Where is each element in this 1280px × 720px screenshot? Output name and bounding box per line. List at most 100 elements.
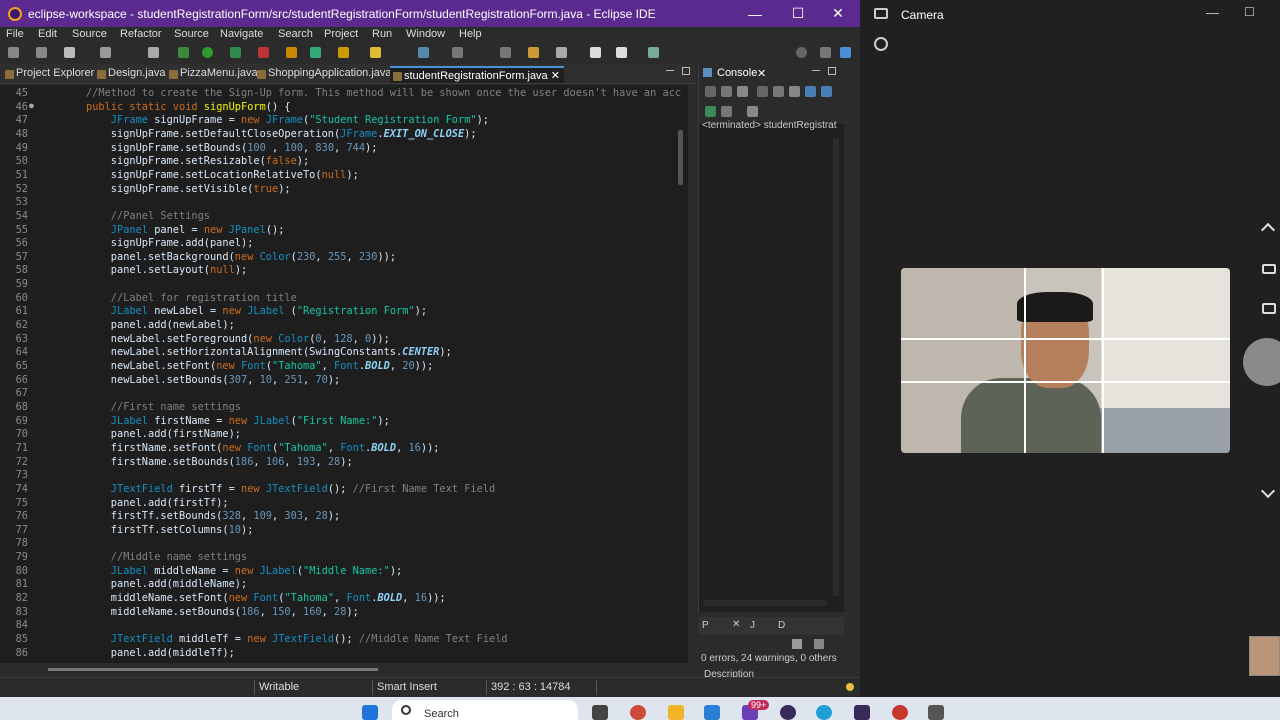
console-horizontal-scrollbar[interactable] bbox=[703, 600, 827, 606]
code-line[interactable]: JFrame signUpFrame = new JFrame("Student… bbox=[86, 114, 489, 126]
tab-close-icon[interactable]: ✕ bbox=[551, 70, 560, 82]
shutter-button[interactable] bbox=[1243, 338, 1280, 386]
code-line[interactable]: //Middle name settings bbox=[86, 551, 247, 563]
start-button-icon[interactable] bbox=[362, 705, 378, 720]
display-console-icon[interactable] bbox=[721, 106, 732, 117]
tab-studentregistrationform-java[interactable]: studentRegistrationForm.java ✕ bbox=[390, 66, 564, 83]
code-line[interactable]: panel.add(newLabel); bbox=[86, 319, 235, 331]
search-tool-icon[interactable] bbox=[370, 47, 381, 58]
terminate-icon[interactable] bbox=[705, 86, 716, 97]
menu-project[interactable]: Project bbox=[324, 28, 358, 40]
chevron-down-icon[interactable] bbox=[1260, 483, 1276, 499]
code-line[interactable]: newLabel.setFont(new Font("Tahoma", Font… bbox=[86, 360, 433, 372]
run-config-icon[interactable] bbox=[230, 47, 241, 58]
fold-marker-icon[interactable]: ● bbox=[29, 101, 34, 110]
coverage-icon[interactable] bbox=[178, 47, 189, 58]
code-line[interactable]: //Label for registration title bbox=[86, 292, 297, 304]
tab-pizzamenu-java[interactable]: PizzaMenu.java bbox=[166, 66, 262, 83]
code-line[interactable]: firstName.setBounds(186, 106, 193, 28); bbox=[86, 456, 353, 468]
photo-mode-icon[interactable] bbox=[1262, 303, 1276, 314]
eclipse-taskbar-icon[interactable] bbox=[780, 705, 796, 720]
camera-taskbar-icon[interactable] bbox=[928, 705, 944, 720]
settings-gear-icon[interactable] bbox=[874, 37, 888, 51]
view-menu-icon[interactable] bbox=[814, 639, 824, 649]
run-icon[interactable] bbox=[202, 47, 213, 58]
code-line[interactable]: panel.add(firstTf); bbox=[86, 497, 229, 509]
menu-file[interactable]: File bbox=[6, 28, 24, 40]
scroll-thumb[interactable] bbox=[48, 668, 378, 671]
code-editor[interactable]: 45 //Method to create the Sign-Up form. T… bbox=[0, 85, 688, 663]
maximize-view-icon[interactable] bbox=[828, 67, 836, 75]
close-button[interactable]: ✕ bbox=[818, 0, 858, 27]
code-line[interactable]: newLabel.setHorizontalAlignment(SwingCon… bbox=[86, 346, 452, 358]
toggle-mark-icon[interactable] bbox=[418, 47, 429, 58]
menu-source[interactable]: Source bbox=[72, 28, 107, 40]
pin-console-icon[interactable] bbox=[705, 106, 716, 117]
back-icon[interactable] bbox=[556, 47, 567, 58]
minimize-view-icon[interactable] bbox=[812, 70, 820, 71]
code-line[interactable]: firstTf.setColumns(10); bbox=[86, 524, 254, 536]
new-java-project-icon[interactable] bbox=[286, 47, 297, 58]
code-line[interactable]: signUpFrame.setDefaultCloseOperation(JFr… bbox=[86, 128, 477, 140]
maximize-button[interactable]: ☐ bbox=[778, 0, 818, 27]
perspective-icon[interactable] bbox=[820, 47, 831, 58]
annotation-nav-icon[interactable] bbox=[528, 47, 539, 58]
code-line[interactable]: firstName.setFont(new Font("Tahoma", Fon… bbox=[86, 442, 440, 454]
code-line[interactable]: //Method to create the Sign-Up form. Thi… bbox=[86, 87, 681, 99]
code-line[interactable]: signUpFrame.setResizable(false); bbox=[86, 155, 309, 167]
word-wrap-icon[interactable] bbox=[789, 86, 800, 97]
edge-icon[interactable] bbox=[816, 705, 832, 720]
menu-window[interactable]: Window bbox=[406, 28, 445, 40]
menu-edit[interactable]: Edit bbox=[38, 28, 57, 40]
forward-icon[interactable] bbox=[616, 47, 627, 58]
menu-search[interactable]: Search bbox=[278, 28, 313, 40]
camera-maximize-button[interactable]: ☐ bbox=[1244, 5, 1255, 19]
code-line[interactable]: panel.add(firstName); bbox=[86, 428, 241, 440]
prev-edit-icon[interactable] bbox=[590, 47, 601, 58]
remove-all-icon[interactable] bbox=[737, 86, 748, 97]
code-line[interactable]: //First name settings bbox=[86, 401, 241, 413]
open-type-icon[interactable] bbox=[338, 47, 349, 58]
maximize-editor-icon[interactable] bbox=[682, 67, 690, 75]
next-annotation-icon[interactable] bbox=[500, 47, 511, 58]
code-line[interactable]: JLabel newLabel = new JLabel ("Registrat… bbox=[86, 305, 427, 317]
code-line[interactable]: newLabel.setForeground(new Color(0, 128,… bbox=[86, 333, 390, 345]
code-line[interactable]: panel.add(middleName); bbox=[86, 578, 247, 590]
minimize-button[interactable]: — bbox=[735, 0, 775, 27]
console-close-icon[interactable]: ✕ bbox=[757, 67, 766, 80]
console-tab[interactable]: Console bbox=[717, 67, 757, 79]
tab-declaration[interactable]: D bbox=[778, 620, 785, 631]
code-line[interactable]: //Panel Settings bbox=[86, 210, 210, 222]
filter-icon[interactable] bbox=[792, 639, 802, 649]
open-console-icon[interactable] bbox=[747, 106, 758, 117]
code-line[interactable]: JPanel panel = new JPanel(); bbox=[86, 224, 285, 236]
code-line[interactable]: public static void signUpForm() { bbox=[86, 101, 291, 113]
code-line[interactable]: signUpFrame.setLocationRelativeTo(null); bbox=[86, 169, 359, 181]
minimize-editor-icon[interactable] bbox=[666, 70, 674, 71]
menu-run[interactable]: Run bbox=[372, 28, 392, 40]
code-line[interactable]: panel.setLayout(null); bbox=[86, 264, 247, 276]
vscode-icon[interactable] bbox=[704, 705, 720, 720]
chrome-icon[interactable] bbox=[630, 705, 646, 720]
code-line[interactable]: middleName.setBounds(186, 150, 160, 28); bbox=[86, 606, 359, 618]
save-icon[interactable] bbox=[36, 47, 47, 58]
tip-lightbulb-icon[interactable] bbox=[846, 683, 854, 691]
code-line[interactable]: middleName.setFont(new Font("Tahoma", Fo… bbox=[86, 592, 446, 604]
camera-minimize-button[interactable]: — bbox=[1206, 5, 1219, 20]
file-explorer-icon[interactable] bbox=[668, 705, 684, 720]
tab-project-explorer[interactable]: Project Explorer bbox=[2, 66, 98, 83]
show-stdout-icon[interactable] bbox=[805, 86, 816, 97]
scroll-lock-icon[interactable] bbox=[773, 86, 784, 97]
external-tools-icon[interactable] bbox=[258, 47, 269, 58]
video-mode-icon[interactable] bbox=[1262, 264, 1276, 274]
code-line[interactable]: JLabel firstName = new JLabel("First Nam… bbox=[86, 415, 390, 427]
code-line[interactable]: signUpFrame.add(panel); bbox=[86, 237, 254, 249]
menu-navigate[interactable]: Navigate bbox=[220, 28, 263, 40]
new-icon[interactable] bbox=[8, 47, 19, 58]
new-package-icon[interactable] bbox=[310, 47, 321, 58]
code-line[interactable]: panel.setBackground(new Color(230, 255, … bbox=[86, 251, 396, 263]
console-vertical-scrollbar[interactable] bbox=[833, 138, 839, 596]
save-all-icon[interactable] bbox=[64, 47, 75, 58]
task-view-icon[interactable] bbox=[592, 705, 608, 720]
last-capture-thumbnail[interactable] bbox=[1249, 636, 1280, 676]
